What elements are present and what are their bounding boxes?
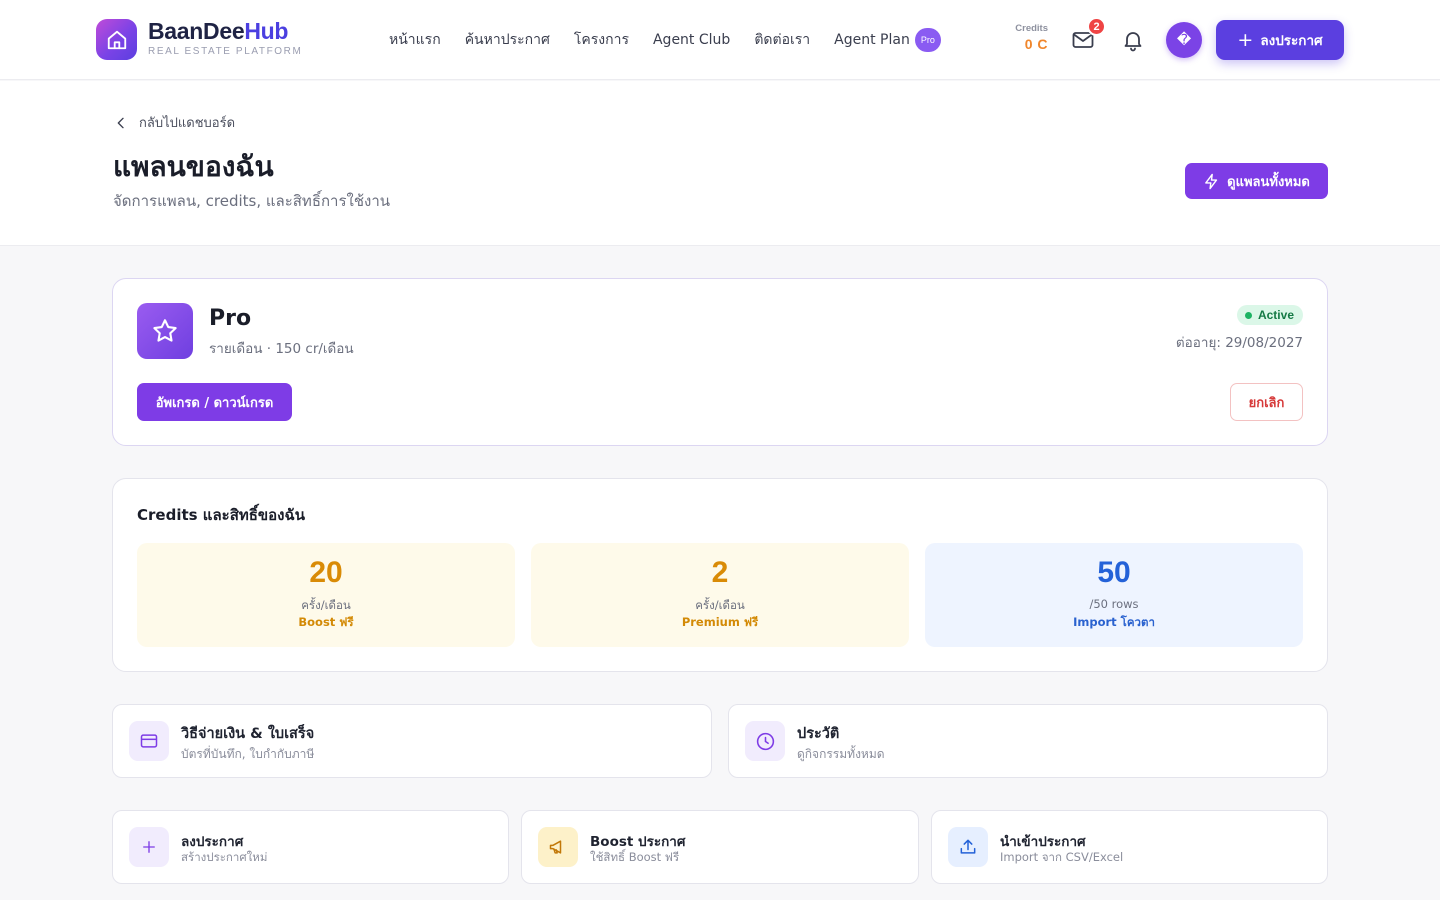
nav-search-listings[interactable]: ค้นหาประกาศ (465, 29, 550, 51)
stat-import: 50 /50 rows Import โควตา (925, 543, 1303, 647)
chevron-left-icon (117, 117, 124, 128)
page-title: แพลนของฉัน (113, 150, 274, 183)
plan-name: Pro (209, 306, 252, 331)
brand-tagline: REAL ESTATE PLATFORM (148, 46, 303, 57)
plan-billing: รายเดือน · 150 cr/เดือน (209, 341, 354, 357)
page-subtitle: จัดการแพลน, credits, และสิทธิ์การใช้งาน (113, 192, 391, 210)
back-to-dashboard-link[interactable]: กลับไปแดชบอร์ด (113, 112, 235, 133)
view-all-plans-button[interactable]: ดูแพลนทั้งหมด (1185, 163, 1328, 199)
stat-unit: ครั้ง/เดือน (301, 598, 351, 612)
credit-card-icon (140, 734, 158, 748)
credits-value: 0 C (1024, 36, 1048, 52)
status-dot-icon (1244, 311, 1252, 319)
current-plan-card: Pro รายเดือน · 150 cr/เดือน Active ต่ออา… (112, 278, 1328, 446)
upload-icon (960, 839, 976, 854)
bell-icon[interactable] (1121, 28, 1145, 52)
top-navigation-bar: BaanDeeHub REAL ESTATE PLATFORM หน้าแรก … (0, 0, 1440, 80)
page-header: กลับไปแดชบอร์ด แพลนของฉัน จัดการแพลน, cr… (0, 81, 1440, 246)
nav-contact[interactable]: ติดต่อเรา (754, 29, 810, 51)
mail-count-badge: 2 (1087, 17, 1106, 36)
megaphone-icon (549, 840, 562, 854)
stat-label: Boost ฟรี (298, 615, 354, 629)
history-card[interactable]: ประวัติ ดูกิจกรรมทั้งหมด (728, 704, 1328, 778)
lightning-icon (1205, 173, 1218, 189)
pro-badge: Pro (914, 28, 941, 52)
plus-icon-box (129, 827, 169, 867)
link-subtitle: ใช้สิทธิ์ Boost ฟรี (590, 850, 680, 864)
megaphone-icon-box (538, 827, 578, 867)
stat-value: 50 (1097, 556, 1131, 589)
stat-unit: /50 rows (1089, 597, 1139, 611)
link-title: วิธีจ่ายเงิน & ใบเสร็จ (181, 726, 315, 742)
cancel-plan-button[interactable]: ยกเลิก (1230, 383, 1303, 421)
nav-projects[interactable]: โครงการ (574, 29, 629, 51)
credits-label: Credits (1015, 23, 1048, 34)
link-subtitle: บัตรที่บันทึก, ใบกำกับภาษี (181, 747, 315, 761)
brand-logo[interactable] (96, 19, 137, 60)
credits-entitlements-card: Credits และสิทธิ์ของฉัน 20 ครั้ง/เดือน B… (112, 478, 1328, 672)
brand-name-secondary: Hub (244, 18, 289, 44)
post-listing-button[interactable]: + ลงประกาศ (1216, 20, 1344, 60)
clock-icon-box (745, 721, 785, 761)
status-badge: Active (1236, 305, 1303, 325)
nav-home[interactable]: หน้าแรก (389, 29, 441, 51)
home-icon (107, 30, 126, 49)
credit-card-icon-box (129, 721, 169, 761)
link-title: ประวัติ (797, 726, 840, 742)
nav-agent-plan-label: Agent Plan (834, 32, 910, 48)
credits-section-title: Credits และสิทธิ์ของฉัน (137, 506, 305, 524)
main-nav: หน้าแรก ค้นหาประกาศ โครงการ Agent Club ต… (389, 28, 941, 52)
plus-icon (143, 841, 155, 853)
payment-methods-card[interactable]: วิธีจ่ายเงิน & ใบเสร็จ บัตรที่บันทึก, ใบ… (112, 704, 712, 778)
brand-name[interactable]: BaanDeeHub REAL ESTATE PLATFORM (148, 18, 302, 57)
upgrade-downgrade-button[interactable]: อัพเกรด / ดาวน์เกรด (137, 383, 292, 421)
user-avatar[interactable]: � (1166, 22, 1202, 58)
link-subtitle: สร้างประกาศใหม่ (181, 850, 268, 864)
stat-premium: 2 ครั้ง/เดือน Premium ฟรี (531, 543, 909, 647)
stat-label: Premium ฟรี (681, 615, 759, 629)
back-label: กลับไปแดชบอร์ด (139, 116, 236, 131)
renewal-date: ต่ออายุ: 29/08/2027 (1175, 335, 1303, 351)
stat-value: 2 (711, 556, 729, 589)
create-listing-card[interactable]: ลงประกาศ สร้างประกาศใหม่ (112, 810, 509, 884)
link-subtitle: Import จาก CSV/Excel (1000, 850, 1124, 864)
plan-icon-box (137, 303, 193, 359)
import-listing-card[interactable]: นำเข้าประกาศ Import จาก CSV/Excel (931, 810, 1328, 884)
link-subtitle: ดูกิจกรรมทั้งหมด (797, 747, 885, 761)
post-listing-label: ลงประกาศ (1260, 33, 1323, 49)
star-icon (153, 319, 177, 342)
upload-icon-box (948, 827, 988, 867)
boost-listing-card[interactable]: Boost ประกาศ ใช้สิทธิ์ Boost ฟรี (521, 810, 919, 884)
plus-icon: + (1237, 28, 1254, 51)
nav-agent-plan[interactable]: Agent Plan Pro (834, 28, 941, 52)
nav-agent-club[interactable]: Agent Club (653, 29, 730, 51)
clock-icon (756, 732, 774, 750)
brand-name-primary: BaanDee (148, 18, 245, 44)
stat-value: 20 (309, 556, 343, 589)
status-label: Active (1257, 308, 1294, 322)
stat-unit: ครั้ง/เดือน (695, 598, 745, 612)
stat-label: Import โควตา (1073, 615, 1155, 629)
stat-boost: 20 ครั้ง/เดือน Boost ฟรี (137, 543, 515, 647)
credits-balance[interactable]: Credits 0 C (1000, 23, 1048, 52)
view-all-plans-label: ดูแพลนทั้งหมด (1227, 174, 1310, 190)
